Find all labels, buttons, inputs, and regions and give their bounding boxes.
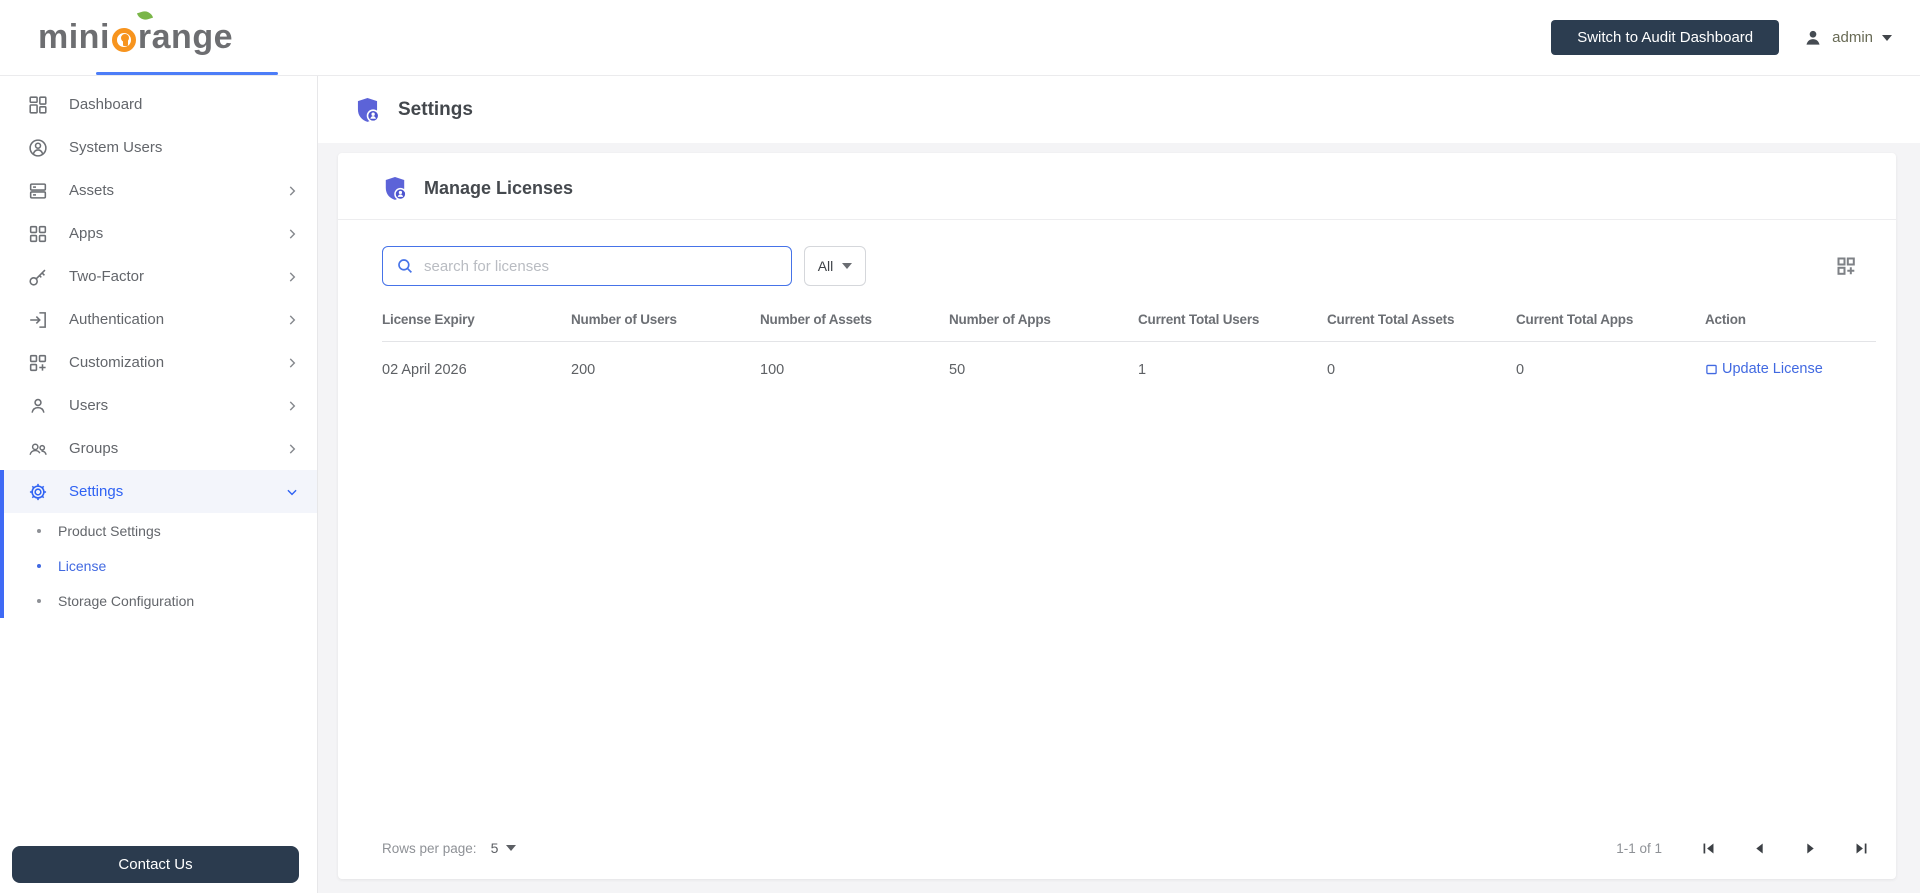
card-header: Manage Licenses (338, 153, 1896, 220)
col-number-of-assets: Number of Assets (760, 312, 872, 327)
users-person-icon (27, 395, 49, 417)
groups-icon (27, 438, 49, 460)
col-license-expiry: License Expiry (382, 312, 475, 327)
cell-current-total-assets: 0 (1327, 362, 1336, 379)
cell-number-of-users: 200 (571, 362, 596, 379)
table-header-row: License Expiry Number of Users Number of… (382, 312, 1876, 342)
logo-underline (96, 72, 278, 75)
contact-us-button[interactable]: Contact Us (12, 846, 299, 883)
cell-number-of-apps: 50 (949, 362, 966, 379)
switch-audit-dashboard-button[interactable]: Switch to Audit Dashboard (1551, 20, 1780, 55)
grid-add-icon (1837, 257, 1855, 275)
user-menu[interactable]: admin (1803, 28, 1892, 48)
previous-page-icon (1756, 843, 1763, 853)
settings-shield-icon (357, 98, 380, 123)
bullet-icon (37, 598, 41, 603)
cell-number-of-assets: 100 (760, 362, 785, 379)
sidebar: Dashboard System Users Assets Apps Two-F… (0, 76, 318, 893)
sidebar-subitem-storage-configuration[interactable]: Storage Configuration (4, 583, 317, 618)
col-action: Action (1705, 312, 1746, 327)
sidebar-subitem-product-settings[interactable]: Product Settings (4, 513, 317, 548)
manage-columns-button[interactable] (1830, 250, 1862, 282)
sidebar-settings-group: Settings Product Settings License Storag… (0, 470, 317, 618)
main-area: Settings Manage Licenses search for lice… (318, 76, 1920, 893)
rows-per-page-value[interactable]: 5 (491, 840, 499, 856)
rows-per-page-caret-icon[interactable] (506, 845, 517, 851)
search-input[interactable] (424, 257, 778, 275)
miniorange-logo: mini range (38, 9, 278, 75)
col-current-total-assets: Current Total Assets (1327, 312, 1455, 327)
user-avatar-icon (1806, 30, 1820, 45)
filter-selected-value: All (817, 258, 834, 274)
settings-gear-icon (27, 481, 49, 503)
bullet-icon (37, 528, 41, 533)
cell-license-expiry: 02 April 2026 (382, 362, 467, 379)
sidebar-item-system-users[interactable]: System Users (0, 126, 317, 169)
sidebar-item-settings[interactable]: Settings (4, 470, 317, 513)
authentication-login-icon (27, 309, 49, 331)
cell-current-total-apps: 0 (1516, 362, 1525, 379)
chevron-right-icon (285, 442, 299, 456)
manage-licenses-card: Manage Licenses All (338, 153, 1896, 879)
chevron-right-icon (285, 399, 299, 413)
pagination-range-label: 1-1 of 1 (1616, 840, 1662, 856)
chevron-right-icon (285, 270, 299, 284)
previous-page-button[interactable] (1749, 838, 1770, 859)
bullet-icon (37, 563, 41, 568)
licenses-table: License Expiry Number of Users Number of… (382, 312, 1876, 399)
sidebar-item-assets[interactable]: Assets (0, 169, 317, 212)
system-users-icon (27, 137, 49, 159)
user-menu-caret-icon (1882, 34, 1892, 41)
col-current-total-apps: Current Total Apps (1516, 312, 1634, 327)
pagination-bar: Rows per page: 5 1-1 of 1 (382, 825, 1876, 871)
cell-current-total-users: 1 (1138, 362, 1147, 379)
col-number-of-apps: Number of Apps (949, 312, 1051, 327)
next-page-button[interactable] (1800, 838, 1821, 859)
update-license-icon (1706, 364, 1717, 374)
logo-text-mini: mini (38, 18, 110, 56)
manage-licenses-shield-icon (385, 176, 407, 201)
sidebar-item-groups[interactable]: Groups (0, 427, 317, 470)
chevron-right-icon (285, 227, 299, 241)
username-label: admin (1832, 29, 1873, 46)
next-page-icon (1807, 843, 1814, 853)
page-title-band: Settings (318, 76, 1920, 143)
logo-text-range: range (137, 18, 233, 56)
apps-icon (27, 223, 49, 245)
customization-icon (27, 352, 49, 374)
filter-dropdown[interactable]: All (804, 246, 866, 286)
chevron-down-icon (285, 485, 299, 499)
last-page-icon (1856, 843, 1867, 853)
table-toolbar: All (382, 246, 1876, 286)
search-icon (398, 259, 412, 273)
rows-per-page-label: Rows per page: (382, 840, 477, 856)
chevron-right-icon (285, 184, 299, 198)
dashboard-icon (27, 94, 49, 116)
sidebar-item-two-factor[interactable]: Two-Factor (0, 255, 317, 298)
sidebar-item-apps[interactable]: Apps (0, 212, 317, 255)
card-title: Manage Licenses (424, 177, 574, 198)
content-area: Manage Licenses All (318, 143, 1920, 893)
first-page-icon (1703, 843, 1714, 853)
col-current-total-users: Current Total Users (1138, 312, 1260, 327)
chevron-right-icon (285, 356, 299, 370)
two-factor-key-icon (27, 266, 49, 288)
page-title: Settings (398, 98, 473, 120)
sidebar-item-users[interactable]: Users (0, 384, 317, 427)
filter-caret-icon (842, 263, 853, 269)
update-license-link[interactable]: Update License (1705, 361, 1823, 377)
chevron-right-icon (285, 313, 299, 327)
orange-keyhole-icon (111, 27, 136, 52)
sidebar-subitem-license[interactable]: License (4, 548, 317, 583)
last-page-button[interactable] (1851, 838, 1872, 859)
col-number-of-users: Number of Users (571, 312, 677, 327)
top-bar: mini range Switch to Audit Dashboard adm… (0, 0, 1920, 76)
license-search-box (382, 246, 792, 286)
table-row: 02 April 2026 200 100 50 1 0 0 Update Li… (382, 342, 1876, 399)
sidebar-item-dashboard[interactable]: Dashboard (0, 83, 317, 126)
first-page-button[interactable] (1698, 838, 1719, 859)
sidebar-item-customization[interactable]: Customization (0, 341, 317, 384)
assets-icon (27, 180, 49, 202)
sidebar-item-authentication[interactable]: Authentication (0, 298, 317, 341)
